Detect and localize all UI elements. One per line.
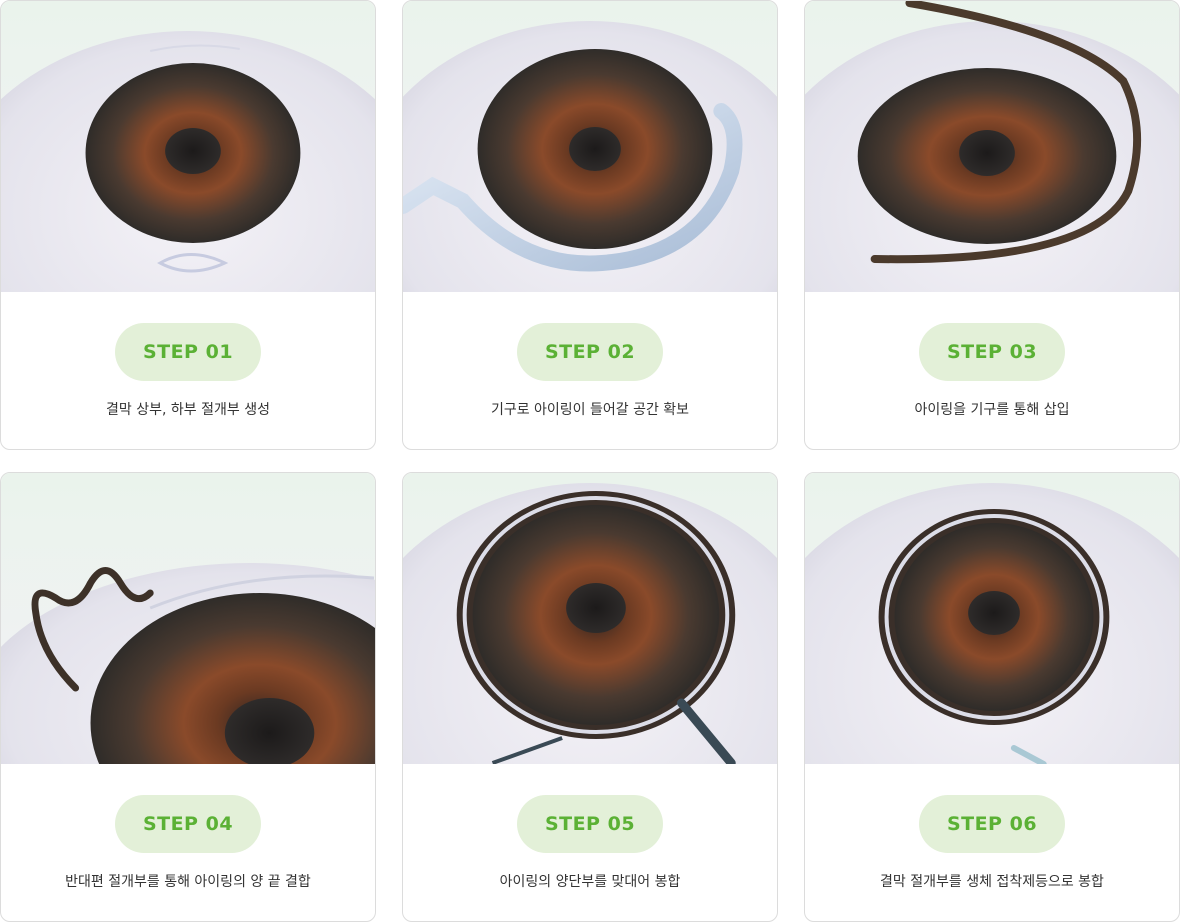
step-badge: STEP 02 — [517, 323, 663, 381]
eye-illustration — [403, 483, 777, 764]
step-description: 아이링의 양단부를 맞대어 봉합 — [499, 874, 681, 890]
step-card-6: STEP 06 결막 절개부를 생체 접착제등으로 봉합 — [804, 472, 1180, 922]
step-4-illustration — [1, 473, 375, 764]
step-card-5: STEP 05 아이링의 양단부를 맞대어 봉합 — [402, 472, 778, 922]
step-2-illustration — [403, 1, 777, 292]
step-badge: STEP 03 — [919, 323, 1065, 381]
step-description: 결막 절개부를 생체 접착제등으로 봉합 — [880, 874, 1104, 890]
eye-illustration — [403, 21, 777, 292]
step-description: 결막 상부, 하부 절개부 생성 — [106, 402, 270, 418]
eye-illustration — [805, 1, 1179, 292]
step-card-2: STEP 02 기구로 아이링이 들어갈 공간 확보 — [402, 0, 778, 450]
eye-illustration — [1, 563, 375, 764]
step-6-illustration — [805, 473, 1179, 764]
step-card-3: STEP 03 아이링을 기구를 통해 삽입 — [804, 0, 1180, 450]
step-description: 아이링을 기구를 통해 삽입 — [914, 402, 1070, 418]
step-badge: STEP 05 — [517, 795, 663, 853]
step-description: 반대편 절개부를 통해 아이링의 양 끝 결합 — [65, 874, 311, 890]
step-5-illustration — [403, 473, 777, 764]
step-description: 기구로 아이링이 들어갈 공간 확보 — [490, 402, 690, 418]
step-badge: STEP 01 — [115, 323, 261, 381]
step-1-illustration — [1, 1, 375, 292]
step-badge: STEP 06 — [919, 795, 1065, 853]
step-card-1: STEP 01 결막 상부, 하부 절개부 생성 — [0, 0, 376, 450]
step-card-4: STEP 04 반대편 절개부를 통해 아이링의 양 끝 결합 — [0, 472, 376, 922]
eye-illustration — [805, 483, 1179, 764]
eye-illustration — [1, 31, 375, 292]
step-badge: STEP 04 — [115, 795, 261, 853]
step-3-illustration — [805, 1, 1179, 292]
